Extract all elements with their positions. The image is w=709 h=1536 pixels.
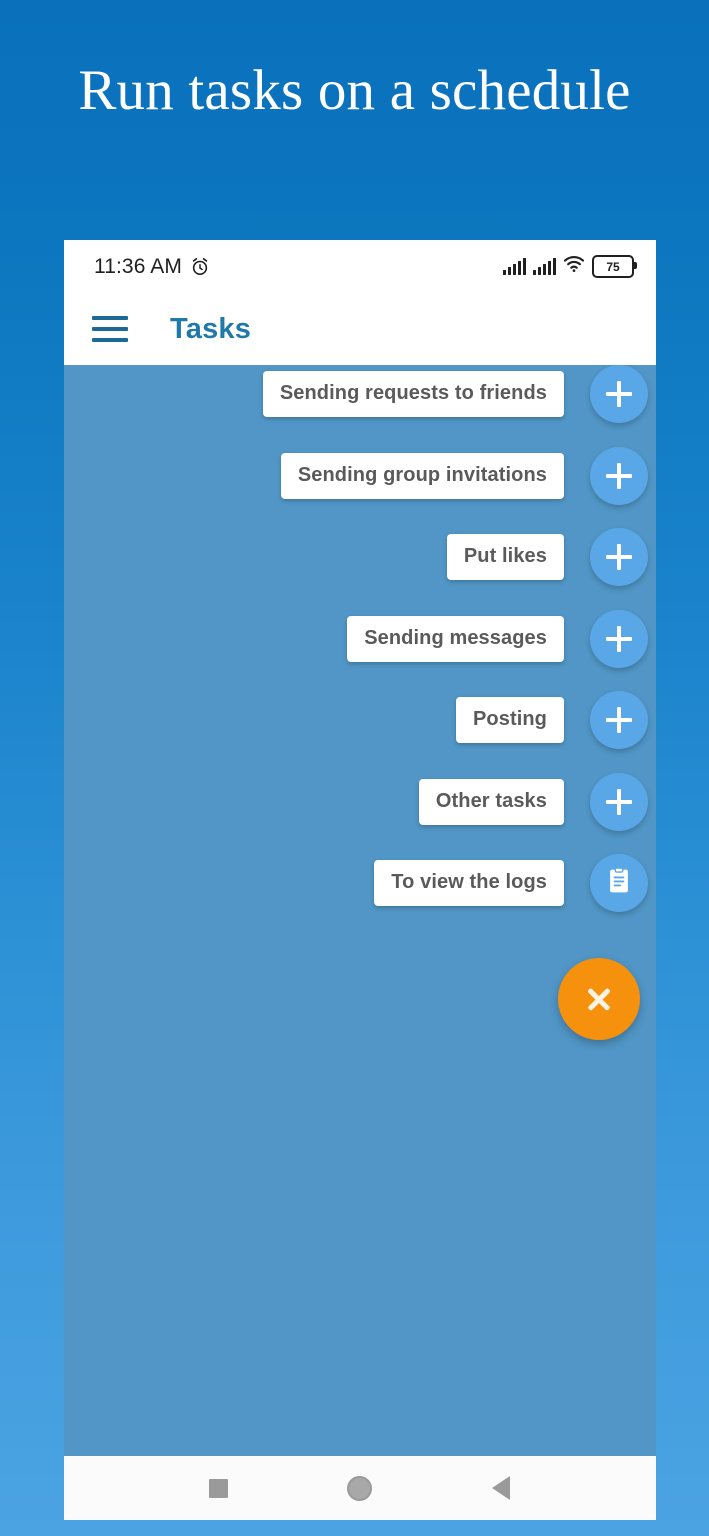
close-x-icon	[585, 985, 613, 1013]
speed-dial-label[interactable]: Sending group invitations	[280, 453, 564, 499]
speed-dial-item-2[interactable]: Put likes	[446, 528, 648, 586]
speed-dial-label[interactable]: Other tasks	[418, 779, 564, 825]
android-nav-bar	[64, 1456, 656, 1520]
speed-dial-button-add-friend-requests[interactable]	[590, 365, 648, 423]
hamburger-menu-icon[interactable]	[92, 308, 134, 350]
speed-dial-button-add-sending-messages[interactable]	[590, 610, 648, 668]
plus-icon	[606, 463, 632, 489]
main-fab-close-button[interactable]	[558, 958, 640, 1040]
battery-icon: 75	[592, 255, 637, 278]
speed-dial-button-add-posting[interactable]	[590, 691, 648, 749]
signal-bars-icon-2	[533, 258, 556, 275]
plus-icon	[606, 544, 632, 570]
speed-dial-item-0[interactable]: Sending requests to friends	[262, 365, 648, 423]
plus-icon	[606, 707, 632, 733]
speed-dial-item-6[interactable]: To view the logs	[374, 854, 648, 912]
clipboard-list-icon	[604, 866, 634, 901]
app-bar: Tasks	[64, 293, 656, 365]
plus-icon	[606, 626, 632, 652]
speed-dial-menu: Sending requests to friends Sending grou…	[64, 365, 656, 1456]
promo-title: Run tasks on a schedule	[78, 59, 631, 122]
speed-dial-label[interactable]: Put likes	[446, 534, 564, 580]
signal-bars-icon	[503, 258, 526, 275]
status-bar-right: 75	[503, 240, 637, 293]
status-time: 11:36 AM	[94, 254, 182, 278]
speed-dial-label[interactable]: Sending requests to friends	[262, 371, 564, 417]
speed-dial-label[interactable]: Posting	[455, 697, 564, 743]
status-bar-left: 11:36 AM	[94, 240, 210, 293]
promo-banner: Run tasks on a schedule 11:36 AM 75 Task…	[0, 0, 709, 1536]
speed-dial-item-4[interactable]: Posting	[455, 691, 648, 749]
content-scrim[interactable]: Sending requests to friends Sending grou…	[64, 365, 656, 1456]
plus-icon	[606, 381, 632, 407]
status-bar: 11:36 AM 75	[64, 240, 656, 293]
speed-dial-button-add-put-likes[interactable]	[590, 528, 648, 586]
speed-dial-button-view-logs[interactable]	[590, 854, 648, 912]
page-title: Tasks	[170, 312, 252, 345]
wifi-icon	[563, 255, 585, 278]
speed-dial-button-add-group-invitations[interactable]	[590, 447, 648, 505]
speed-dial-label[interactable]: To view the logs	[374, 860, 564, 906]
circle-home-icon[interactable]	[334, 1462, 386, 1514]
speed-dial-label[interactable]: Sending messages	[347, 616, 564, 662]
speed-dial-button-add-other-tasks[interactable]	[590, 773, 648, 831]
plus-icon	[606, 789, 632, 815]
battery-level: 75	[606, 259, 620, 274]
alarm-icon	[190, 257, 210, 277]
square-recents-icon[interactable]	[193, 1462, 245, 1514]
speed-dial-item-1[interactable]: Sending group invitations	[280, 447, 648, 505]
triangle-back-icon[interactable]	[475, 1462, 527, 1514]
speed-dial-item-3[interactable]: Sending messages	[347, 610, 648, 668]
phone-screenshot: 11:36 AM 75 Tasks Sending requests to fr…	[64, 240, 656, 1520]
speed-dial-item-5[interactable]: Other tasks	[418, 773, 648, 831]
